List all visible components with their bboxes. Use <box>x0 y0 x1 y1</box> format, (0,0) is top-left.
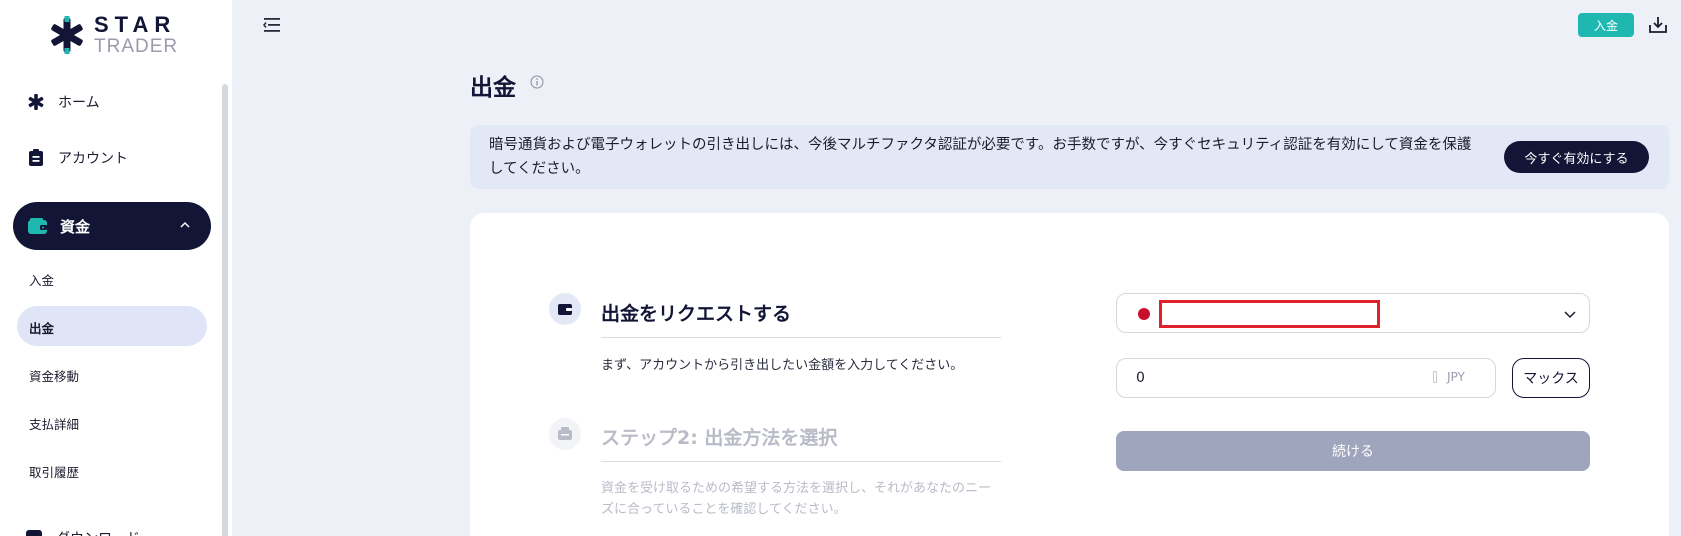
sidebar-subitem-deposit[interactable]: 入金 <box>29 270 54 289</box>
step2-description: 資金を受け取るための希望する方法を選択し、それがあなたのニーズに合っていることを… <box>601 481 992 517</box>
chevron-down-icon <box>1564 311 1576 319</box>
japan-flag-icon <box>1138 308 1150 320</box>
sidebar-scrollbar[interactable] <box>222 84 228 536</box>
sidebar-item-funds[interactable]: 資金 <box>13 202 211 250</box>
step-wallet-icon <box>549 293 581 325</box>
sidebar-subitem-history[interactable]: 取引履歴 <box>29 462 79 481</box>
brand-name-line2: TRADER <box>94 36 179 57</box>
step-bank-icon <box>549 418 581 450</box>
sidebar-subitem-withdraw[interactable]: 出金 <box>29 318 54 337</box>
max-button[interactable]: マックス <box>1512 358 1590 398</box>
sidebar-item-account[interactable]: アカウント <box>26 148 128 168</box>
amount-input[interactable] <box>1136 368 1396 388</box>
sidebar-subitem-payment-details[interactable]: 支払詳細 <box>29 414 79 433</box>
sidebar-item-home[interactable]: ホーム <box>26 92 100 112</box>
deposit-button[interactable]: 入金 <box>1578 13 1634 37</box>
amount-field[interactable]: JPY <box>1116 358 1496 398</box>
step1-title: 出金をリクエストする <box>601 303 792 325</box>
sidebar-item-download[interactable]: ダウンロード <box>26 528 140 536</box>
enable-now-button[interactable]: 今すぐ有効にする <box>1504 141 1649 173</box>
sidebar-item-label: 資金 <box>60 217 91 236</box>
step2-title: ステップ2: 出金方法を選択 <box>601 427 838 449</box>
star-logo-icon <box>51 16 83 54</box>
sidebar-item-label: ホーム <box>58 95 100 111</box>
sidebar-item-label: アカウント <box>58 151 128 167</box>
redacted-account-box <box>1159 300 1380 328</box>
currency-unit: JPY <box>1447 370 1465 384</box>
wallet-icon <box>28 216 50 236</box>
sidebar-toggle-icon[interactable] <box>262 16 282 34</box>
sidebar: STAR TRADER ホーム アカウント 資金 入金 出金 資金移動 支払詳細… <box>0 0 232 536</box>
download-box-icon <box>26 530 42 536</box>
step2-divider <box>601 461 1001 462</box>
withdrawal-card: 出金をリクエストする まず、アカウントから引き出したい金額を入力してください。 … <box>470 213 1669 536</box>
home-star-icon <box>26 92 46 112</box>
mfa-notice-banner: 暗号通貨および電子ウォレットの引き出しには、今後マルチファクタ認証が必要です。お… <box>470 125 1669 189</box>
account-currency-select[interactable] <box>1116 293 1590 333</box>
sidebar-item-label: ダウンロード <box>56 528 140 536</box>
continue-button[interactable]: 続ける <box>1116 431 1590 471</box>
sidebar-subitem-transfer[interactable]: 資金移動 <box>29 366 79 385</box>
clipboard-icon <box>26 148 46 168</box>
brand-logo[interactable]: STAR TRADER <box>48 14 178 56</box>
page-title: 出金 <box>470 75 516 101</box>
brand-name-line1: STAR <box>94 12 177 37</box>
info-icon[interactable] <box>530 75 544 89</box>
banner-text: 暗号通貨および電子ウォレットの引き出しには、今後マルチファクタ認証が必要です。お… <box>489 137 1472 177</box>
stepper-icon <box>1433 371 1437 383</box>
download-icon[interactable] <box>1648 15 1668 35</box>
step1-description: まず、アカウントから引き出したい金額を入力してください。 <box>601 358 964 373</box>
step1-divider <box>601 337 1001 338</box>
chevron-up-icon <box>180 221 190 228</box>
